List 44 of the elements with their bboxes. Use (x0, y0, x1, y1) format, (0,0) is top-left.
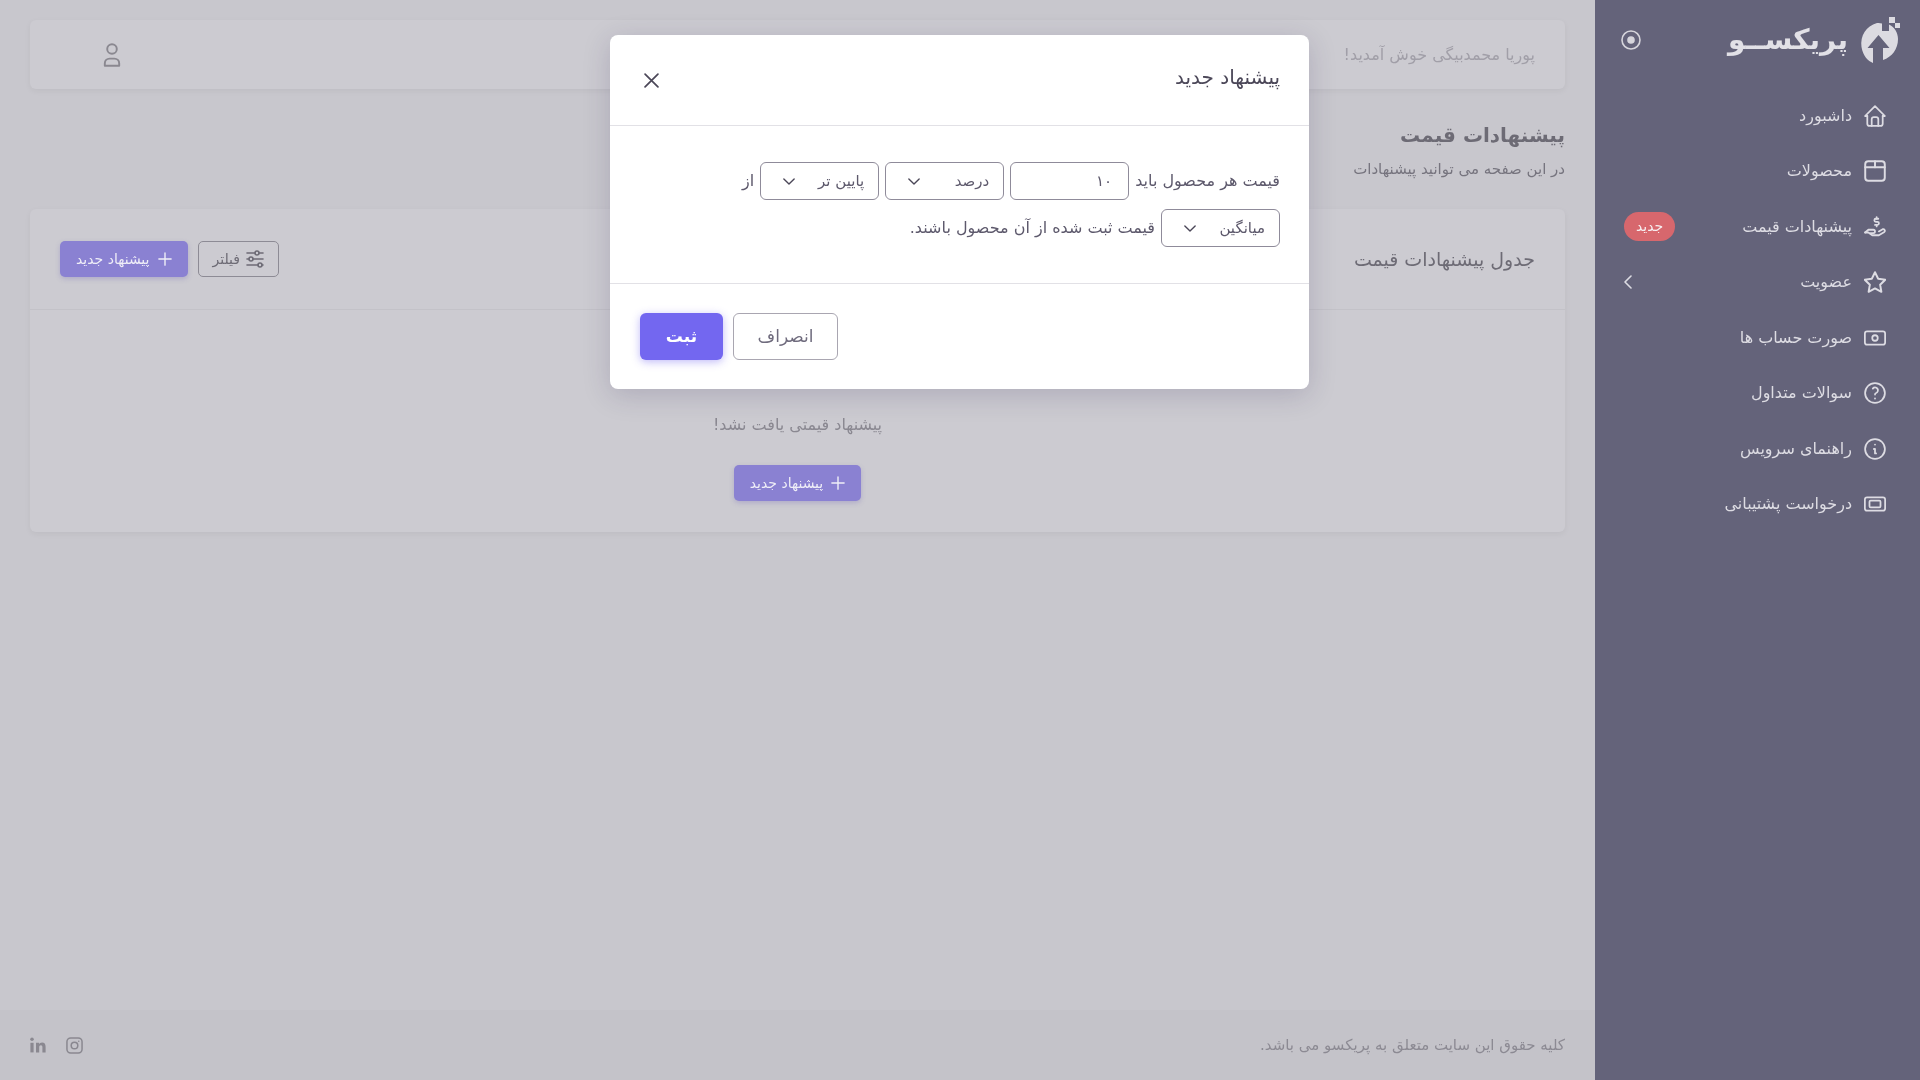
empty-message: پیشنهاد قیمتی یافت نشد! (712, 414, 883, 437)
dropdown[interactable]: میانگین (1161, 209, 1280, 247)
dropdown[interactable]: درصد (885, 162, 1005, 200)
modal-title: پیشنهاد جدید (1175, 64, 1280, 92)
nav-item[interactable]: داشبورد (1799, 103, 1886, 128)
info-circle-icon (1864, 437, 1886, 460)
form-text: قیمت ثبت شده از آن محصول باشند. (909, 217, 1155, 240)
question-circle-icon (1864, 382, 1886, 405)
close-icon[interactable] (644, 72, 659, 88)
brand-name: پریکســو (1728, 26, 1848, 54)
submit-button[interactable]: ثبت (640, 313, 723, 360)
copyright-text: کلیه حقوق این سایت متعلق به پریکسو می باشد. (1260, 1034, 1565, 1057)
form-text: قیمت هر محصول باید (1135, 170, 1280, 193)
chevron-down-icon (908, 177, 921, 185)
filter-button[interactable]: فیلتر (197, 241, 279, 277)
nav-item[interactable]: صورت حساب ها (1739, 325, 1886, 350)
nav-item[interactable]: محصولات (1786, 159, 1886, 184)
user-icon[interactable] (102, 42, 122, 67)
new-offer-button[interactable]: پیشنهاد جدید (60, 241, 188, 277)
box-icon (1864, 160, 1886, 183)
nav-item[interactable]: سوالات متداول (1751, 381, 1886, 406)
page-title: پیشنهادات قیمت (1399, 122, 1565, 149)
home-icon (1864, 104, 1886, 127)
nav-item[interactable]: پیشنهادات قیمت (1742, 214, 1886, 239)
card-title: جدول پیشنهادات قیمت (1353, 246, 1535, 273)
star-icon (1864, 271, 1886, 294)
nav-item[interactable]: درخواست پشتیبانی (1724, 492, 1886, 517)
number-input[interactable]: ۱۰ (1010, 162, 1130, 200)
new-badge: جدید (1624, 212, 1676, 242)
chevron-down-icon (1184, 224, 1196, 232)
nav-item[interactable]: عضویت (1800, 270, 1886, 295)
sliders-icon (246, 250, 264, 268)
dropdown[interactable]: پایین تر (760, 162, 880, 200)
chevron-down-icon (783, 177, 796, 185)
hand-dollar-icon (1864, 215, 1886, 238)
form-text: از (742, 170, 755, 193)
chevron-left-icon[interactable] (1624, 275, 1632, 290)
nav-item[interactable]: راهنمای سرویس (1740, 436, 1886, 461)
cancel-button[interactable]: انصراف (733, 313, 838, 360)
circle-dot-icon[interactable] (1621, 30, 1641, 50)
new-offer-button[interactable]: پیشنهاد جدید (733, 465, 862, 501)
plus-icon (157, 252, 172, 266)
page-subtitle: در این صفحه می توانید پیشنهادات (1353, 159, 1565, 181)
plus-icon (831, 476, 846, 490)
